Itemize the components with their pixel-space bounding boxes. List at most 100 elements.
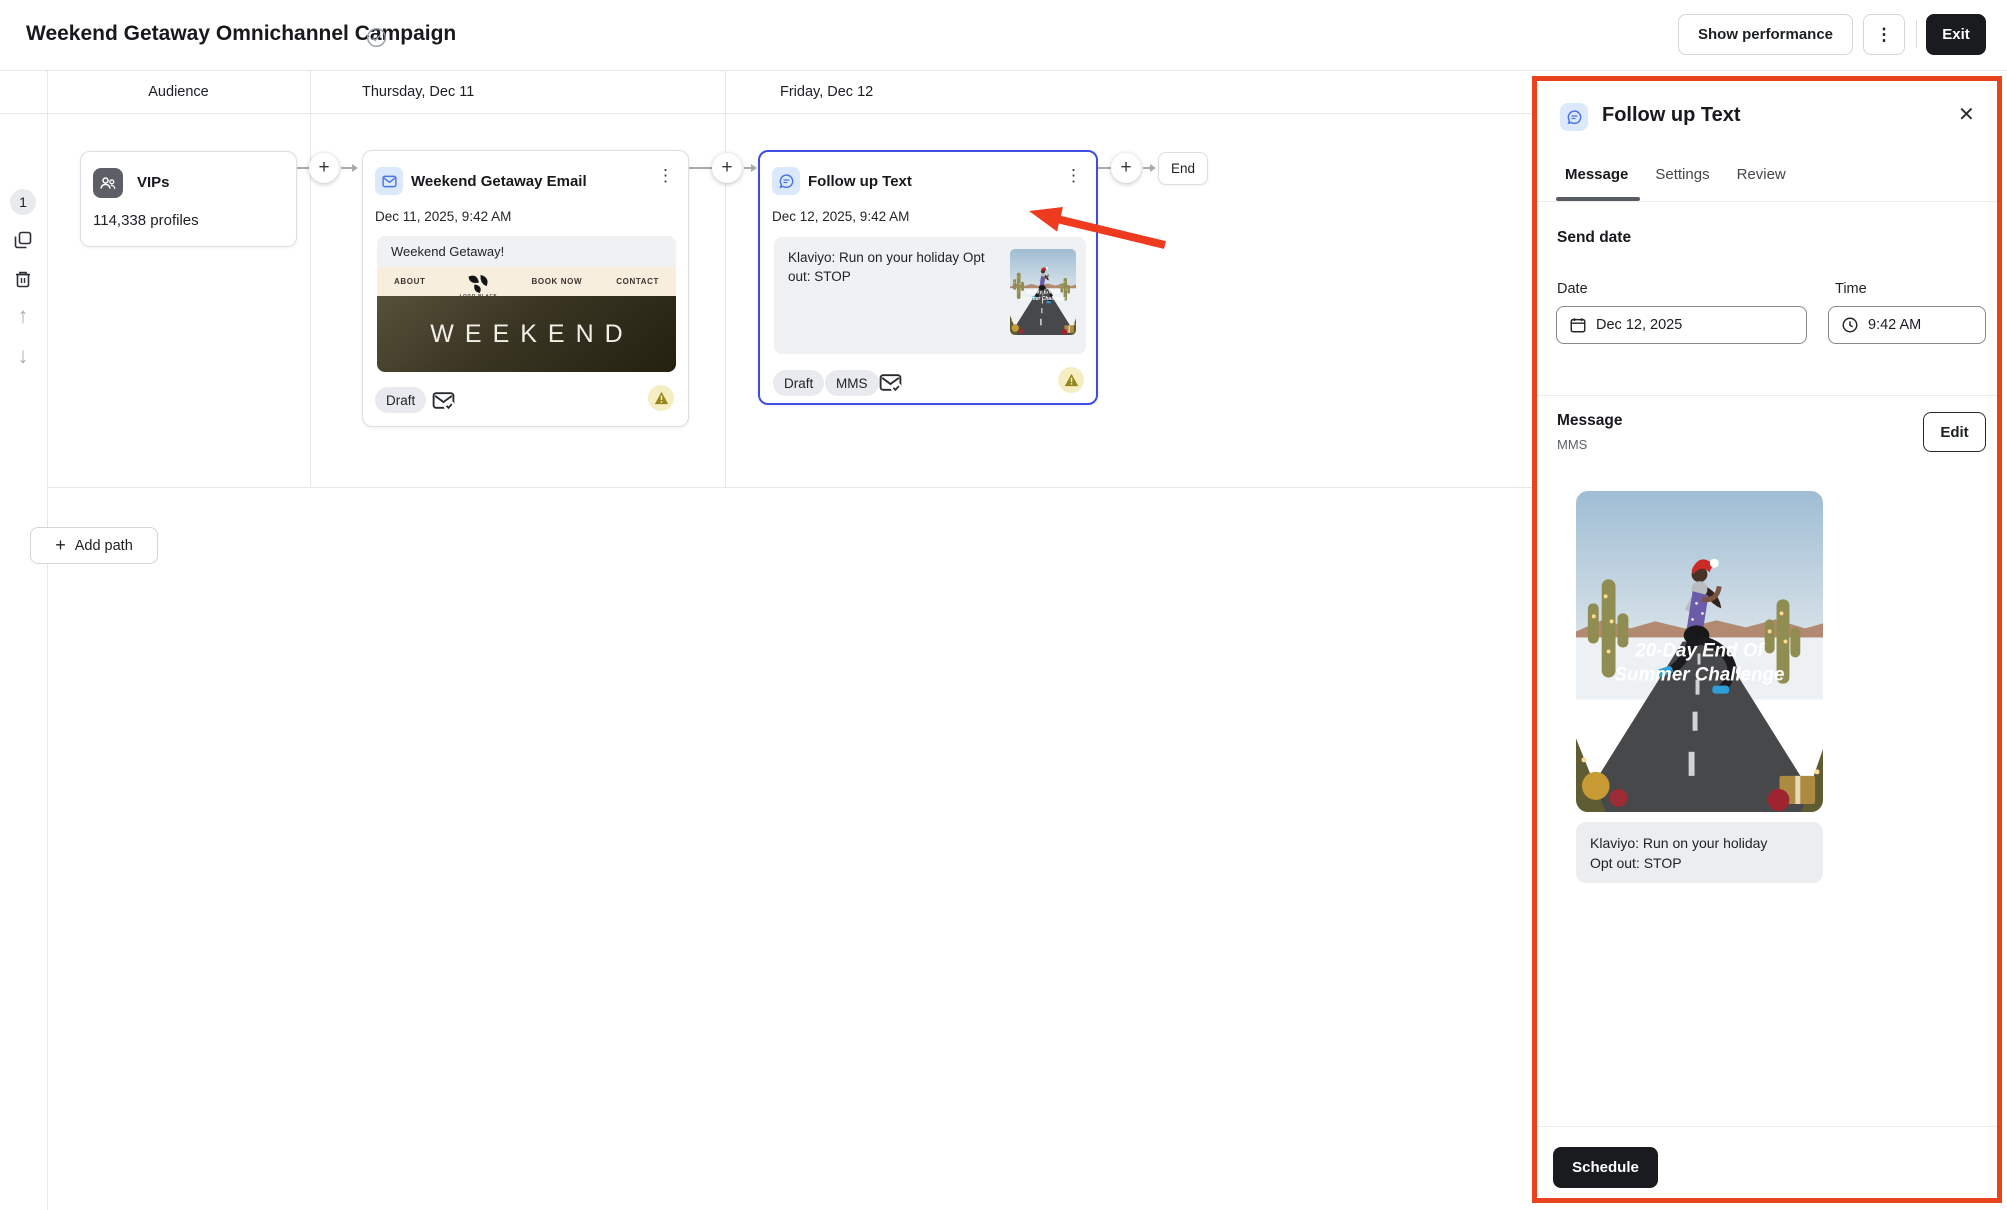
- audience-card[interactable]: VIPs 114,338 profiles: [80, 151, 297, 247]
- duplicate-button[interactable]: [12, 229, 34, 251]
- connector-line: [341, 167, 352, 169]
- connector-line: [1098, 167, 1111, 169]
- panel-title: Follow up Text: [1602, 104, 1741, 127]
- kebab-icon: ⋮: [1876, 26, 1893, 43]
- sms-preview: Klaviyo: Run on your holiday Opt out: ST…: [774, 237, 1086, 354]
- connector-arrow: [352, 164, 358, 172]
- mms-image-preview: 20-Day End Of Summer Challenge: [1576, 491, 1823, 812]
- move-down-button[interactable]: ↓: [12, 345, 34, 367]
- bubble-line-2: Opt out: STOP: [1590, 853, 1809, 873]
- active-tab-underline: [1556, 197, 1640, 201]
- date-input[interactable]: Dec 12, 2025: [1556, 306, 1807, 344]
- email-logo: LOGO PLACE: [460, 274, 498, 298]
- time-input[interactable]: 9:42 AM: [1828, 306, 1986, 344]
- date-value: Dec 12, 2025: [1596, 317, 1682, 333]
- email-card-title: Weekend Getaway Email: [411, 173, 587, 190]
- schedule-button[interactable]: Schedule: [1553, 1147, 1658, 1188]
- footer-divider: [1537, 1126, 1997, 1127]
- clock-icon: [1841, 316, 1859, 334]
- column-header-thursday: Thursday, Dec 11: [362, 70, 474, 113]
- copy-icon: [13, 230, 33, 250]
- message-channel-label: MMS: [1557, 437, 1587, 452]
- panel-icon-chip: [1560, 103, 1588, 131]
- end-node: End: [1158, 152, 1208, 185]
- time-label: Time: [1835, 281, 1867, 297]
- email-preview: Weekend Getaway! ABOUT LOGO PLACE BOOK N…: [377, 236, 676, 372]
- add-step-button[interactable]: +: [1111, 153, 1141, 183]
- email-hero-image: WEEKEND: [377, 296, 676, 372]
- tabs-divider: [1537, 201, 1997, 202]
- saved-check-icon: [366, 27, 387, 48]
- message-heading: Message: [1557, 412, 1622, 430]
- edit-button[interactable]: Edit: [1923, 412, 1986, 452]
- grid-line: [47, 487, 1532, 488]
- warning-icon: [654, 391, 669, 405]
- tab-settings[interactable]: Settings: [1655, 166, 1709, 183]
- page-title: Weekend Getaway Omnichannel Campaign: [26, 22, 456, 46]
- chat-icon: [778, 173, 795, 190]
- grid-line: [47, 70, 48, 1210]
- sms-warning-badge: [1058, 367, 1084, 393]
- step-count-badge: 1: [10, 189, 36, 215]
- show-performance-button[interactable]: Show performance: [1678, 14, 1853, 55]
- plus-icon: +: [721, 157, 732, 179]
- column-header-audience: Audience: [47, 70, 310, 113]
- sms-card-title: Follow up Text: [808, 173, 912, 190]
- email-nav-contact: CONTACT: [616, 277, 659, 286]
- plus-icon: +: [55, 535, 66, 556]
- sms-card-menu-button[interactable]: ⋮: [1065, 167, 1082, 184]
- svg-text:20-Day End Of: 20-Day End Of: [1025, 289, 1061, 295]
- connector-arrow: [1150, 164, 1156, 172]
- close-button[interactable]: ✕: [1958, 102, 1975, 127]
- trash-icon: [13, 269, 33, 289]
- more-options-button[interactable]: ⋮: [1863, 14, 1905, 55]
- email-card[interactable]: Weekend Getaway Email ⋮ Dec 11, 2025, 9:…: [362, 150, 689, 427]
- exit-button[interactable]: Exit: [1926, 14, 1986, 55]
- calendar-icon: [1569, 316, 1587, 334]
- sms-sent-icon: [878, 370, 903, 400]
- email-status-badge: Draft: [375, 387, 426, 413]
- email-nav-about: ABOUT: [394, 277, 425, 286]
- send-date-heading: Send date: [1557, 229, 1631, 247]
- email-navbar: ABOUT LOGO PLACE BOOK NOW CONTACT: [377, 267, 676, 296]
- connector-line: [1143, 167, 1150, 169]
- email-card-datetime: Dec 11, 2025, 9:42 AM: [375, 209, 511, 224]
- sms-card-datetime: Dec 12, 2025, 9:42 AM: [772, 209, 909, 224]
- email-hero-text: WEEKEND: [419, 320, 633, 349]
- email-warning-badge: [648, 385, 674, 411]
- grid-line: [310, 70, 311, 487]
- move-up-button[interactable]: ↑: [12, 305, 34, 327]
- header-divider: [1916, 20, 1917, 48]
- section-divider: [1537, 395, 1997, 396]
- sms-card[interactable]: Follow up Text ⋮ Dec 12, 2025, 9:42 AM K…: [758, 150, 1098, 405]
- email-card-menu-button[interactable]: ⋮: [657, 167, 674, 184]
- add-path-button[interactable]: + Add path: [30, 527, 158, 564]
- grid-line: [0, 113, 1532, 114]
- tab-review[interactable]: Review: [1737, 166, 1786, 183]
- chat-icon: [1566, 109, 1583, 126]
- kebab-icon: ⋮: [657, 166, 674, 185]
- svg-text:20-Day End Of: 20-Day End Of: [1634, 640, 1765, 661]
- add-step-button[interactable]: +: [712, 153, 742, 183]
- audience-icon-chip: [93, 168, 123, 198]
- bubble-line-1: Klaviyo: Run on your holiday: [1590, 833, 1809, 853]
- plus-icon: +: [1120, 157, 1131, 179]
- delete-button[interactable]: [12, 268, 34, 290]
- add-path-label: Add path: [75, 538, 133, 554]
- audience-profile-count: 114,338 profiles: [93, 212, 199, 229]
- close-icon: ✕: [1958, 104, 1975, 126]
- arrow-down-icon: ↓: [18, 343, 29, 369]
- email-icon: [381, 173, 398, 190]
- time-value: 9:42 AM: [1868, 317, 1921, 333]
- tab-message[interactable]: Message: [1565, 166, 1628, 183]
- plus-icon: +: [318, 157, 329, 179]
- warning-icon: [1064, 373, 1079, 387]
- add-step-button[interactable]: +: [309, 153, 339, 183]
- connector-line: [689, 167, 712, 169]
- sms-icon-chip: [772, 167, 800, 195]
- arrow-up-icon: ↑: [18, 303, 29, 329]
- grid-line: [725, 70, 726, 487]
- connector-arrow: [751, 164, 757, 172]
- email-subject: Weekend Getaway!: [391, 244, 504, 259]
- column-header-friday: Friday, Dec 12: [780, 70, 873, 113]
